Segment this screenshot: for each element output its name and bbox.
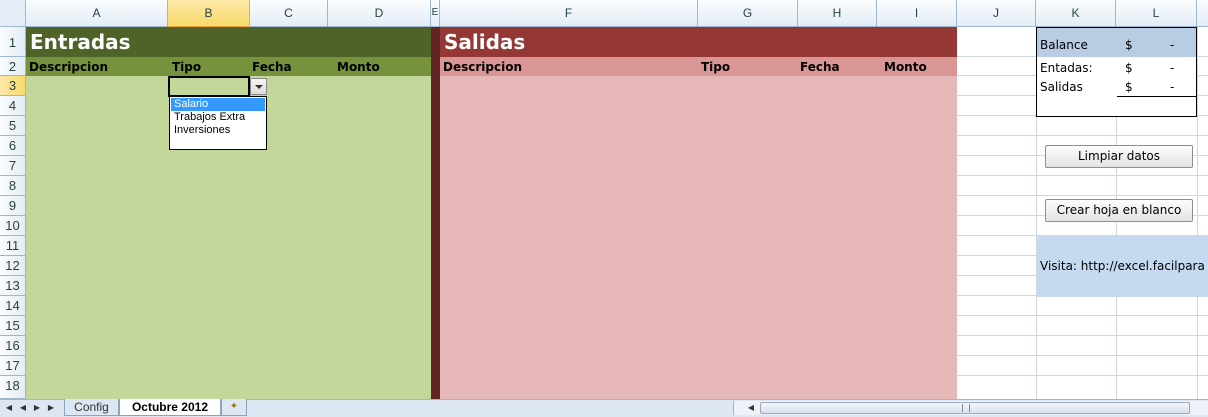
row-header-4[interactable]: 4 bbox=[0, 96, 26, 116]
scroll-left-icon[interactable]: ◀ bbox=[745, 402, 757, 414]
balance-currency: $ bbox=[1125, 38, 1133, 52]
row-header-10[interactable]: 10 bbox=[0, 216, 26, 236]
entradas-total-currency: $ bbox=[1125, 61, 1133, 75]
salidas-header-tipo[interactable]: Tipo bbox=[701, 57, 730, 76]
dropdown-option[interactable]: Trabajos Extra bbox=[171, 111, 265, 124]
row-header-11[interactable]: 11 bbox=[0, 236, 26, 256]
next-sheet-icon[interactable]: ▶ bbox=[32, 402, 42, 414]
salidas-body[interactable] bbox=[440, 76, 957, 399]
row-header-17[interactable]: 17 bbox=[0, 356, 26, 376]
grid-line bbox=[1197, 27, 1198, 399]
balance-label: Balance bbox=[1040, 38, 1088, 52]
scrollbar-grip bbox=[962, 404, 970, 412]
dropdown-list[interactable]: Salario Trabajos Extra Inversiones bbox=[169, 96, 267, 150]
last-sheet-icon[interactable]: ▶ bbox=[46, 402, 56, 414]
grid-line bbox=[957, 355, 1208, 356]
scrollbar-thumb[interactable] bbox=[760, 402, 1190, 414]
entradas-header-descripcion[interactable]: Descripcion bbox=[29, 57, 108, 76]
grid-line bbox=[957, 335, 1208, 336]
grid-line bbox=[957, 195, 1208, 196]
column-header-f[interactable]: F bbox=[440, 0, 698, 27]
salidas-total-label: Salidas bbox=[1040, 80, 1083, 94]
insert-sheet-icon[interactable]: ✦ bbox=[221, 399, 247, 416]
column-header-h[interactable]: H bbox=[798, 0, 877, 27]
column-separator bbox=[431, 27, 440, 399]
row-header-2[interactable]: 2 bbox=[0, 57, 26, 76]
row-header-6[interactable]: 6 bbox=[0, 136, 26, 156]
entradas-header-fecha[interactable]: Fecha bbox=[252, 57, 292, 76]
column-header-d[interactable]: D bbox=[328, 0, 431, 27]
salidas-header-descripcion[interactable]: Descripcion bbox=[443, 57, 522, 76]
column-header-i[interactable]: I bbox=[877, 0, 957, 27]
limpiar-datos-button[interactable]: Limpiar datos bbox=[1045, 145, 1193, 168]
column-header-g[interactable]: G bbox=[698, 0, 798, 27]
select-all-corner[interactable] bbox=[0, 0, 26, 27]
dropdown-option[interactable]: Salario bbox=[171, 98, 265, 111]
dropdown-arrow-button[interactable] bbox=[250, 78, 267, 95]
row-header-12[interactable]: 12 bbox=[0, 256, 26, 276]
salidas-header-fecha[interactable]: Fecha bbox=[800, 57, 840, 76]
column-header-a[interactable]: A bbox=[26, 0, 168, 27]
column-header-l[interactable]: L bbox=[1116, 0, 1197, 27]
column-header-b[interactable]: B bbox=[168, 0, 250, 27]
row-header-9[interactable]: 9 bbox=[0, 196, 26, 216]
row-header-15[interactable]: 15 bbox=[0, 316, 26, 336]
entradas-header-monto[interactable]: Monto bbox=[337, 57, 380, 76]
sheet-tab-octubre-2012[interactable]: Octubre 2012 bbox=[119, 399, 221, 416]
visit-link[interactable]: Visita: http://excel.facilpara bbox=[1037, 236, 1208, 297]
row-header-13[interactable]: 13 bbox=[0, 276, 26, 296]
entradas-header-tipo[interactable]: Tipo bbox=[172, 57, 201, 76]
column-header-c[interactable]: C bbox=[250, 0, 328, 27]
entradas-title[interactable]: Entradas bbox=[26, 27, 431, 57]
first-sheet-icon[interactable]: ◀ bbox=[4, 402, 14, 414]
row-header-1[interactable]: 1 bbox=[0, 27, 26, 57]
salidas-total-value: - bbox=[1170, 80, 1175, 94]
row-header-18[interactable]: 18 bbox=[0, 376, 26, 399]
active-cell-b3[interactable] bbox=[168, 76, 250, 97]
column-header-j[interactable]: J bbox=[957, 0, 1036, 27]
salidas-total-currency: $ bbox=[1125, 80, 1133, 94]
column-header-e[interactable]: E bbox=[431, 0, 440, 27]
entradas-total-value: - bbox=[1170, 61, 1175, 75]
sheet-tab-config[interactable]: Config bbox=[64, 399, 119, 416]
column-header-k[interactable]: K bbox=[1036, 0, 1116, 27]
balance-value: - bbox=[1170, 38, 1175, 52]
column-header-m[interactable] bbox=[1197, 0, 1208, 27]
row-header-5[interactable]: 5 bbox=[0, 116, 26, 136]
grid-line bbox=[957, 375, 1208, 376]
row-header-7[interactable]: 7 bbox=[0, 156, 26, 176]
crear-hoja-button[interactable]: Crear hoja en blanco bbox=[1045, 199, 1193, 222]
prev-sheet-icon[interactable]: ◀ bbox=[18, 402, 28, 414]
grid-line bbox=[957, 315, 1208, 316]
salidas-title[interactable]: Salidas bbox=[440, 27, 957, 57]
grid-line bbox=[957, 135, 1208, 136]
grid-line bbox=[957, 175, 1208, 176]
salidas-header-monto[interactable]: Monto bbox=[884, 57, 927, 76]
row-header-8[interactable]: 8 bbox=[0, 176, 26, 196]
row-header-16[interactable]: 16 bbox=[0, 336, 26, 356]
row-header-14[interactable]: 14 bbox=[0, 296, 26, 316]
entradas-total-label: Entadas: bbox=[1040, 61, 1093, 75]
row-header-3[interactable]: 3 bbox=[0, 76, 26, 96]
salidas-underline bbox=[1117, 96, 1196, 97]
dropdown-option[interactable]: Inversiones bbox=[171, 124, 265, 137]
